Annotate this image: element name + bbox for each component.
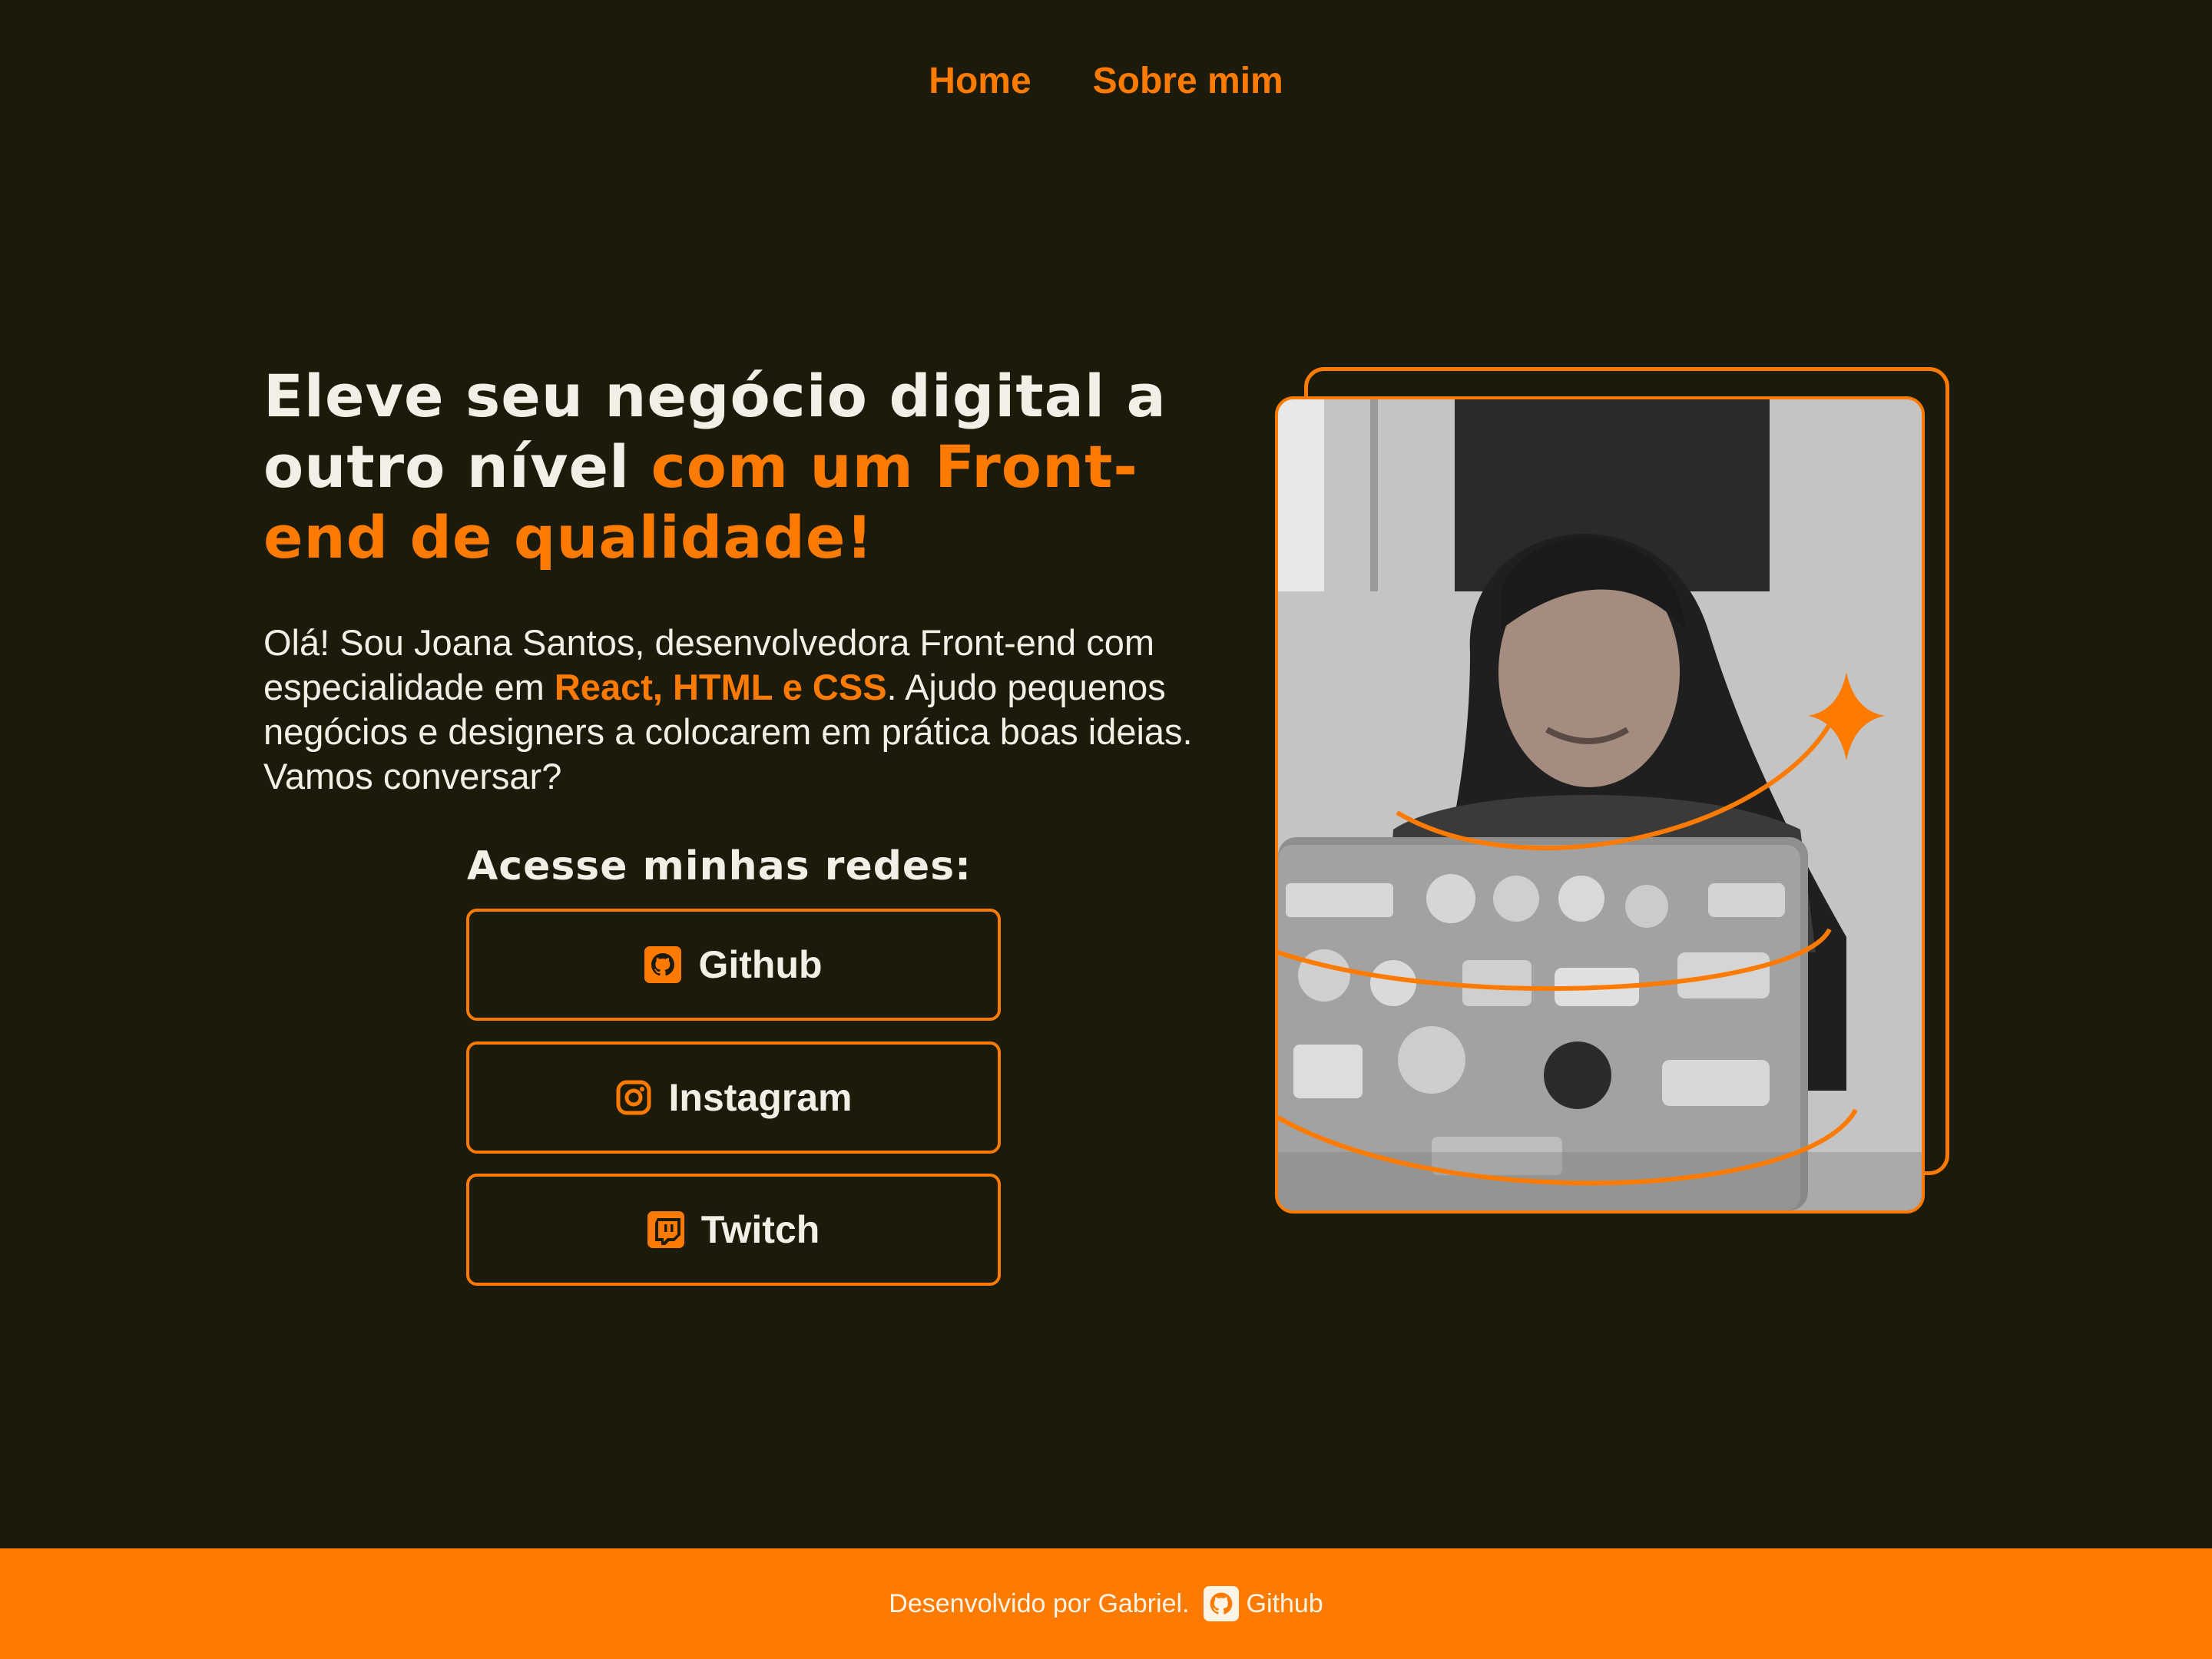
- hero-title: Eleve seu negócio digital a outro nível …: [263, 361, 1224, 573]
- twitch-button[interactable]: Twitch: [466, 1174, 1001, 1286]
- footer: Desenvolvido por Gabriel. Github: [0, 1548, 2212, 1659]
- hero-intro: Olá! Sou Joana Santos, desenvolvedora Fr…: [263, 621, 1208, 799]
- main-nav: Home Sobre mim: [0, 60, 2212, 102]
- footer-github-link[interactable]: Github: [1203, 1586, 1323, 1621]
- intro-skills: React, HTML e CSS: [554, 667, 887, 707]
- github-icon: [1203, 1586, 1239, 1621]
- nav-sobre-mim-link[interactable]: Sobre mim: [1093, 60, 1283, 102]
- nav-home-link[interactable]: Home: [929, 60, 1031, 102]
- footer-credit: Desenvolvido por Gabriel.: [889, 1588, 1190, 1618]
- social-heading: Acesse minhas redes:: [467, 843, 972, 889]
- twitch-icon: [647, 1211, 684, 1248]
- footer-github-label: Github: [1246, 1588, 1323, 1618]
- profile-photo-area: [1275, 367, 1951, 1215]
- github-button[interactable]: Github: [466, 909, 1001, 1021]
- instagram-button[interactable]: Instagram: [466, 1041, 1001, 1154]
- instagram-label: Instagram: [668, 1076, 853, 1119]
- profile-photo: [1275, 396, 1925, 1214]
- instagram-icon: [616, 1080, 651, 1115]
- profile-photo-illustration: [1278, 399, 1922, 1210]
- twitch-label: Twitch: [700, 1208, 820, 1251]
- github-icon: [644, 946, 682, 983]
- github-label: Github: [698, 943, 823, 986]
